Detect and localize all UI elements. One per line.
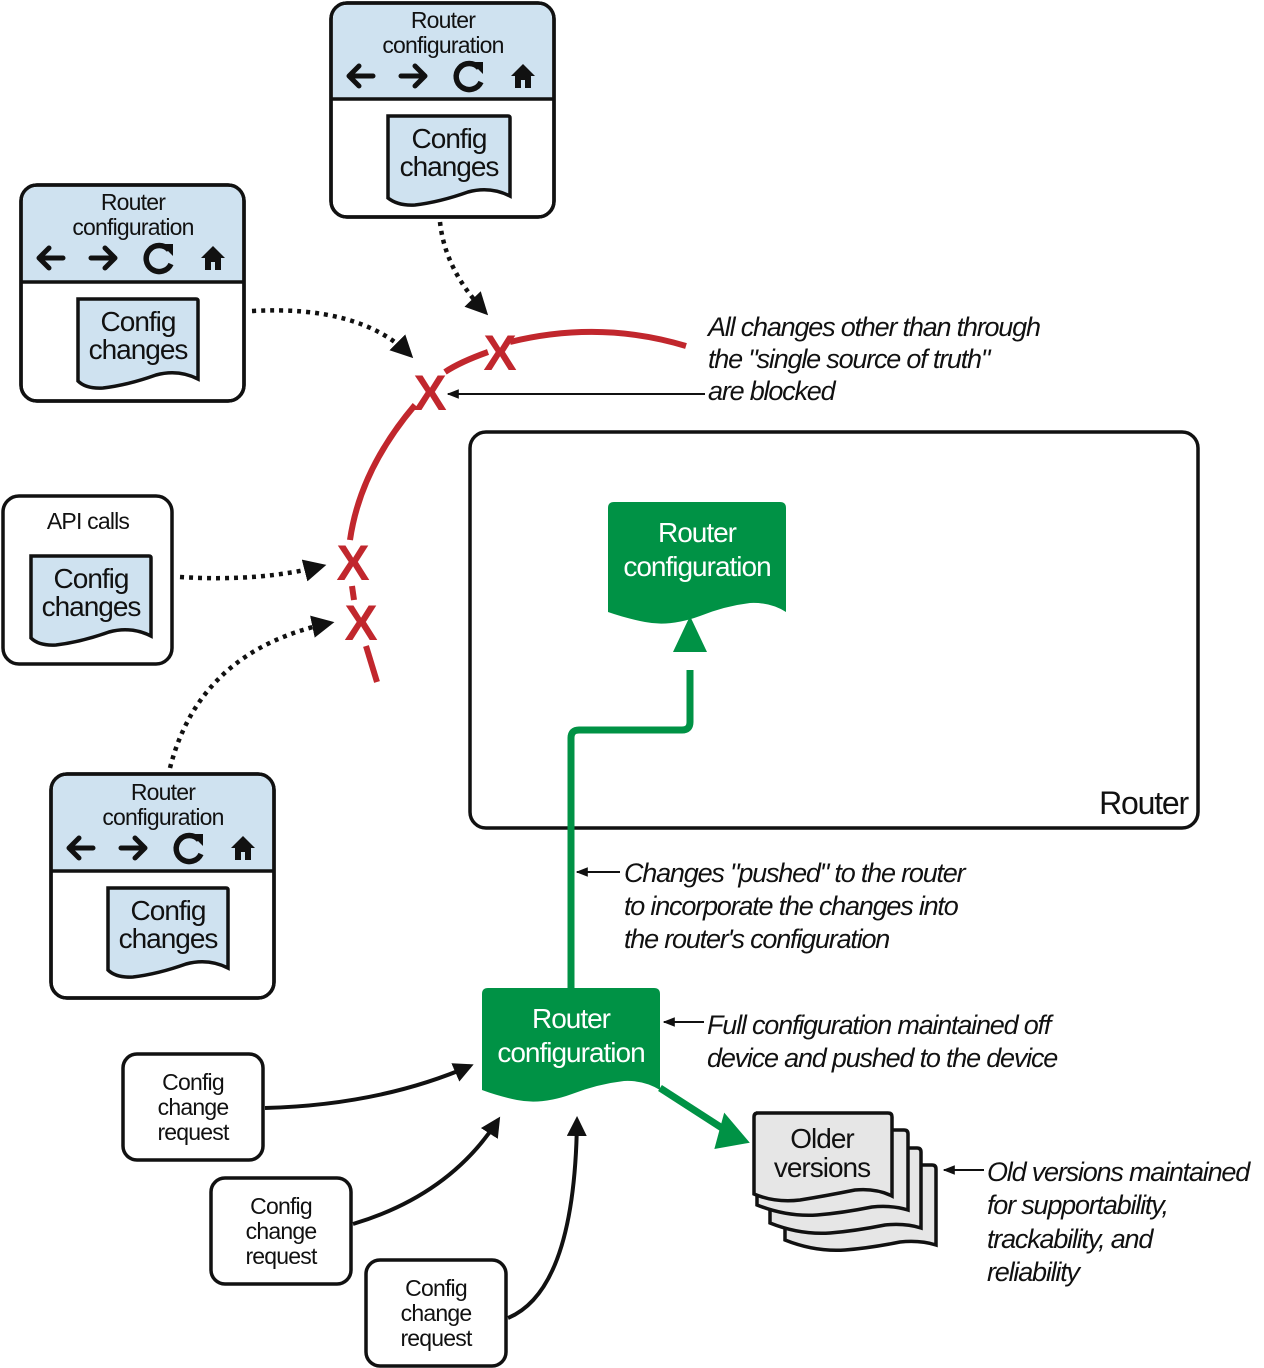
request-arrow — [264, 1063, 474, 1110]
doc-line2: changes — [119, 923, 218, 954]
ui-panel-left-lower: Router configuration Config changes — [49, 772, 276, 1000]
master-config[interactable]: Router configuration — [482, 988, 660, 1102]
barrier-segment — [347, 403, 418, 541]
panel-title-line2: configuration — [72, 214, 193, 240]
full-config-note-line1: Full configuration maintained off — [707, 1010, 1054, 1040]
blocked-note-line3: are blocked — [708, 376, 837, 406]
doc-line2: changes — [42, 591, 141, 622]
ui-panel-left-upper: Router configuration Config changes — [19, 183, 246, 403]
doc-line1: Config — [131, 895, 206, 926]
blocked-x-icon: X — [483, 325, 516, 381]
old-versions-note-line4: reliability — [987, 1257, 1082, 1287]
full-config-note-line2: device and pushed to the device — [707, 1043, 1058, 1073]
pushed-note-line2: to incorporate the changes into — [624, 891, 959, 921]
panel-title-line2: configuration — [102, 804, 223, 830]
ui-panel-top: Router configuration Config changes — [329, 1, 556, 219]
master-config-line2: configuration — [497, 1037, 644, 1068]
panel-title-line1: Router — [411, 7, 476, 33]
doc-line2: changes — [400, 151, 499, 182]
request-line3: request — [245, 1243, 318, 1269]
diagram-canvas: Router configuration Config changes Rout… — [1, 1, 1252, 1368]
blocked-x-icon: X — [336, 535, 369, 591]
doc-line1: Config — [412, 123, 487, 154]
archive-arrowhead — [714, 1112, 750, 1149]
barrier-segment — [443, 349, 490, 375]
blocked-note-line1: All changes other than through — [706, 312, 1040, 342]
doc-line1: Config — [54, 563, 129, 594]
old-versions-note-line1: Old versions maintained — [987, 1157, 1251, 1187]
request-arrow — [352, 1116, 501, 1226]
doc-line2: changes — [89, 334, 188, 365]
change-request[interactable]: Config change request — [209, 1176, 353, 1286]
blocked-change-arrow — [167, 615, 335, 769]
archive-arrow — [658, 1085, 724, 1131]
older-versions-line1: Older — [790, 1123, 854, 1154]
request-line1: Config — [405, 1275, 467, 1301]
request-line3: request — [400, 1325, 473, 1351]
blocked-x-icon: X — [344, 595, 377, 651]
blocked-change-arrow — [437, 221, 489, 316]
request-line1: Config — [250, 1193, 312, 1219]
router-frame — [468, 430, 1200, 830]
request-line1: Config — [162, 1069, 224, 1095]
api-calls-box: API calls Config changes — [1, 494, 174, 666]
router-config-line2: configuration — [623, 551, 770, 582]
router-label: Router — [1099, 785, 1189, 821]
api-title: API calls — [47, 508, 130, 534]
blocked-change-arrow — [251, 308, 414, 359]
request-line2: change — [158, 1094, 229, 1120]
router-device: Router Router configuration — [468, 430, 1200, 830]
router-config-line1: Router — [658, 517, 737, 548]
old-versions-note-line3: trackability, and — [987, 1224, 1154, 1254]
panel-title-line1: Router — [101, 189, 166, 215]
blocked-x-icon: X — [413, 365, 446, 421]
old-versions-note-line2: for supportability, — [987, 1190, 1168, 1220]
panel-title-line1: Router — [131, 779, 196, 805]
request-line2: change — [246, 1218, 317, 1244]
master-config-line1: Router — [532, 1003, 611, 1034]
panel-title-line2: configuration — [382, 32, 503, 58]
change-request[interactable]: Config change request — [121, 1052, 265, 1162]
blocked-note-line2: the "single source of truth" — [708, 344, 992, 374]
request-line3: request — [157, 1119, 230, 1145]
blocked-change-arrow — [179, 559, 327, 582]
change-request[interactable]: Config change request — [364, 1258, 508, 1368]
request-line2: change — [401, 1300, 472, 1326]
older-versions-stack[interactable]: Older versions — [752, 1111, 938, 1253]
pushed-note-line1: Changes "pushed" to the router — [624, 858, 967, 888]
request-arrow — [507, 1116, 587, 1320]
barrier-segment — [363, 645, 380, 683]
pushed-note-line3: the router's configuration — [624, 924, 889, 954]
doc-line1: Config — [101, 306, 176, 337]
older-versions-line2: versions — [774, 1152, 870, 1183]
barrier-segment — [509, 328, 687, 349]
